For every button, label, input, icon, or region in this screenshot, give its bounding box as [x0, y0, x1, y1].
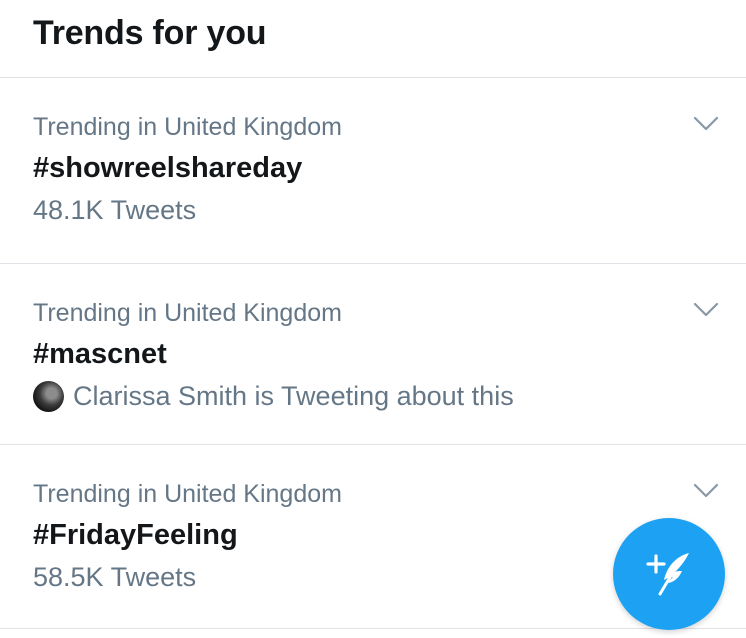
page-title: Trends for you: [33, 14, 267, 52]
trends-header: Trends for you: [0, 0, 746, 78]
trend-item[interactable]: Trending in United Kingdom #mascnet Clar…: [0, 264, 746, 445]
compose-tweet-button[interactable]: [613, 518, 725, 630]
compose-tweet-icon: [646, 553, 689, 596]
avatar: [33, 380, 64, 412]
trend-item[interactable]: Trending in United Kingdom #showreelshar…: [0, 78, 746, 264]
chevron-down-icon[interactable]: [693, 116, 719, 132]
trend-context: Trending in United Kingdom: [33, 113, 342, 141]
chevron-down-icon[interactable]: [693, 483, 719, 499]
trend-tweet-count: 48.1K Tweets: [33, 194, 746, 226]
chevron-down-icon[interactable]: [693, 302, 719, 318]
trend-meta-text: Clarissa Smith is Tweeting about this: [73, 381, 514, 411]
trend-social-context: Clarissa Smith is Tweeting about this: [33, 380, 746, 412]
trend-meta-text: 48.1K Tweets: [33, 195, 197, 225]
trend-context: Trending in United Kingdom: [33, 299, 342, 327]
trend-meta-text: 58.5K Tweets: [33, 562, 197, 592]
trends-screen: Trends for you Trending in United Kingdo…: [0, 0, 746, 638]
trend-name: #showreelshareday: [33, 152, 303, 184]
trend-name: #mascnet: [33, 338, 167, 370]
trend-context: Trending in United Kingdom: [33, 480, 342, 508]
